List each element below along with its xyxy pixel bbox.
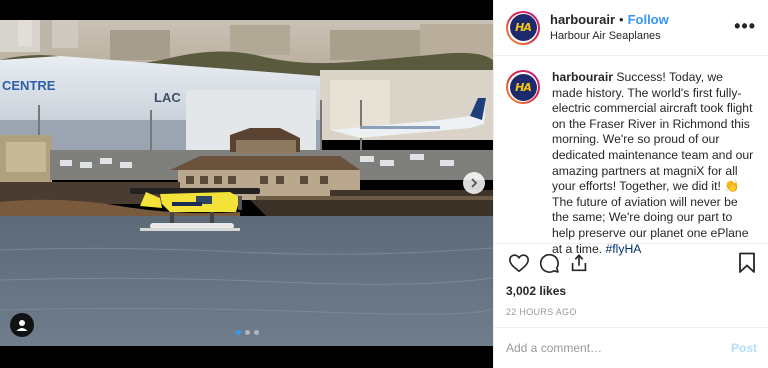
caption-section: HA harbourair Success! Today, we made hi… [494, 56, 768, 256]
like-button[interactable] [506, 250, 532, 276]
username-link[interactable]: harbourair [550, 12, 615, 28]
share-icon [571, 254, 587, 272]
clapping-hands-icon: 👏 [724, 179, 740, 194]
likes-count[interactable]: 3,002 likes [494, 276, 768, 298]
caption-text-part1: Success! Today, we made history. The wor… [552, 70, 754, 194]
chevron-right-icon [471, 178, 478, 188]
add-comment-bar: Post [494, 327, 768, 368]
carousel-next-button[interactable] [463, 172, 485, 194]
post-comment-button[interactable]: Post [731, 341, 757, 355]
post-media[interactable]: CENTRE LAC [0, 0, 493, 368]
action-bar [494, 244, 768, 276]
harbour-air-logo: HA [509, 14, 537, 41]
bookmark-icon [739, 252, 755, 273]
avatar[interactable]: HA [506, 70, 540, 104]
comment-input[interactable] [506, 341, 731, 355]
more-options-icon[interactable]: ••• [734, 17, 756, 35]
hangar-sign-lac: LAC [154, 90, 181, 105]
harbour-air-logo: HA [509, 73, 537, 101]
comment-button[interactable] [536, 250, 562, 276]
post-side-panel: HA harbourair • Follow Harbour Air Seapl… [493, 0, 768, 368]
carousel-indicator [236, 330, 259, 335]
carousel-dot-active [236, 330, 241, 335]
separator: • [619, 11, 624, 27]
post-caption: harbourair Success! Today, we made histo… [552, 70, 756, 256]
hangar-sign-centre: CENTRE [2, 78, 56, 93]
save-button[interactable] [738, 252, 756, 279]
caption-username-link[interactable]: harbourair [552, 70, 613, 84]
heart-icon [509, 254, 529, 273]
tagged-users-button[interactable] [10, 313, 34, 337]
carousel-dot [254, 330, 259, 335]
comment-icon [539, 253, 559, 273]
post-timestamp[interactable]: 22 HOURS AGO [494, 298, 768, 317]
user-tag-icon [16, 320, 28, 331]
share-button[interactable] [566, 250, 592, 276]
post-photo[interactable]: CENTRE LAC [0, 20, 493, 346]
avatar[interactable]: HA [506, 10, 540, 45]
location-link[interactable]: Harbour Air Seaplanes [550, 28, 669, 44]
post-header: HA harbourair • Follow Harbour Air Seapl… [494, 0, 768, 56]
carousel-dot [245, 330, 250, 335]
follow-button[interactable]: Follow [628, 12, 669, 28]
